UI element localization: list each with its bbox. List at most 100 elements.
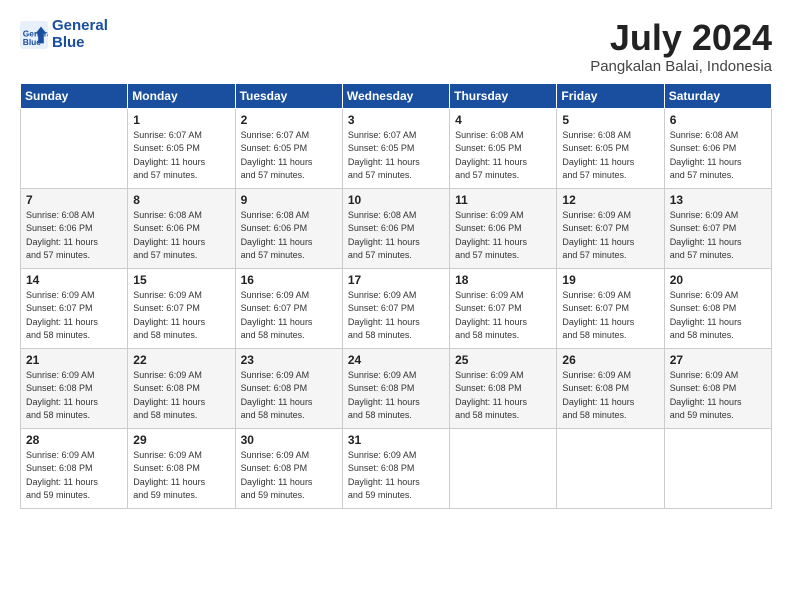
day-info: Sunrise: 6:09 AMSunset: 6:07 PMDaylight:…: [562, 289, 659, 343]
day-cell: 22 Sunrise: 6:09 AMSunset: 6:08 PMDayligh…: [128, 348, 235, 428]
col-header-tuesday: Tuesday: [235, 83, 342, 108]
day-number: 16: [241, 273, 338, 287]
day-info: Sunrise: 6:09 AMSunset: 6:07 PMDaylight:…: [26, 289, 123, 343]
day-number: 15: [133, 273, 230, 287]
day-info: Sunrise: 6:09 AMSunset: 6:08 PMDaylight:…: [241, 449, 338, 503]
day-number: 8: [133, 193, 230, 207]
day-info: Sunrise: 6:08 AMSunset: 6:06 PMDaylight:…: [241, 209, 338, 263]
day-cell: [557, 428, 664, 508]
day-number: 11: [455, 193, 552, 207]
header-row: SundayMondayTuesdayWednesdayThursdayFrid…: [21, 83, 772, 108]
day-number: 28: [26, 433, 123, 447]
day-number: 7: [26, 193, 123, 207]
day-info: Sunrise: 6:09 AMSunset: 6:08 PMDaylight:…: [562, 369, 659, 423]
day-cell: 11 Sunrise: 6:09 AMSunset: 6:06 PMDayligh…: [450, 188, 557, 268]
week-row-5: 28 Sunrise: 6:09 AMSunset: 6:08 PMDayligh…: [21, 428, 772, 508]
col-header-saturday: Saturday: [664, 83, 771, 108]
day-number: 22: [133, 353, 230, 367]
calendar-page: General Blue General Blue July 2024 Pang…: [0, 0, 792, 612]
day-info: Sunrise: 6:09 AMSunset: 6:07 PMDaylight:…: [348, 289, 445, 343]
day-cell: 7Sunrise: 6:08 AMSunset: 6:06 PMDaylight…: [21, 188, 128, 268]
day-cell: 9 Sunrise: 6:08 AMSunset: 6:06 PMDaylight…: [235, 188, 342, 268]
day-cell: 29 Sunrise: 6:09 AMSunset: 6:08 PMDayligh…: [128, 428, 235, 508]
day-cell: 24Sunrise: 6:09 AMSunset: 6:08 PMDayligh…: [342, 348, 449, 428]
day-cell: 14Sunrise: 6:09 AMSunset: 6:07 PMDayligh…: [21, 268, 128, 348]
day-number: 25: [455, 353, 552, 367]
day-info: Sunrise: 6:09 AMSunset: 6:07 PMDaylight:…: [133, 289, 230, 343]
day-info: Sunrise: 6:09 AMSunset: 6:08 PMDaylight:…: [455, 369, 552, 423]
day-number: 18: [455, 273, 552, 287]
day-info: Sunrise: 6:08 AMSunset: 6:05 PMDaylight:…: [455, 129, 552, 183]
week-row-4: 21 Sunrise: 6:09 AMSunset: 6:08 PMDayligh…: [21, 348, 772, 428]
day-number: 6: [670, 113, 767, 127]
day-info: Sunrise: 6:08 AMSunset: 6:05 PMDaylight:…: [562, 129, 659, 183]
day-cell: 12 Sunrise: 6:09 AMSunset: 6:07 PMDayligh…: [557, 188, 664, 268]
logo-icon: General Blue: [20, 21, 48, 49]
day-cell: 3 Sunrise: 6:07 AMSunset: 6:05 PMDaylight…: [342, 108, 449, 188]
day-cell: [21, 108, 128, 188]
day-cell: 17Sunrise: 6:09 AMSunset: 6:07 PMDayligh…: [342, 268, 449, 348]
day-cell: 31 Sunrise: 6:09 AMSunset: 6:08 PMDayligh…: [342, 428, 449, 508]
day-cell: 1 Sunrise: 6:07 AMSunset: 6:05 PMDaylight…: [128, 108, 235, 188]
col-header-friday: Friday: [557, 83, 664, 108]
day-number: 29: [133, 433, 230, 447]
day-cell: 6 Sunrise: 6:08 AMSunset: 6:06 PMDaylight…: [664, 108, 771, 188]
day-info: Sunrise: 6:09 AMSunset: 6:07 PMDaylight:…: [670, 209, 767, 263]
day-info: Sunrise: 6:09 AMSunset: 6:08 PMDaylight:…: [133, 449, 230, 503]
day-info: Sunrise: 6:09 AMSunset: 6:07 PMDaylight:…: [562, 209, 659, 263]
day-cell: [450, 428, 557, 508]
week-row-2: 7 Sunrise: 6:08 AMSunset: 6:06 PMDaylight…: [21, 188, 772, 268]
location: Pangkalan Balai, Indonesia: [590, 58, 772, 75]
week-row-3: 14Sunrise: 6:09 AMSunset: 6:07 PMDayligh…: [21, 268, 772, 348]
day-info: Sunrise: 6:09 AMSunset: 6:07 PMDaylight:…: [241, 289, 338, 343]
day-info: Sunrise: 6:09 AMSunset: 6:08 PMDaylight:…: [348, 369, 445, 423]
day-info: Sunrise: 6:09 AMSunset: 6:08 PMDaylight:…: [26, 369, 123, 423]
col-header-wednesday: Wednesday: [342, 83, 449, 108]
day-cell: 8 Sunrise: 6:08 AMSunset: 6:06 PMDaylight…: [128, 188, 235, 268]
day-cell: 16 Sunrise: 6:09 AMSunset: 6:07 PMDayligh…: [235, 268, 342, 348]
day-info: Sunrise: 6:08 AMSunset: 6:06 PMDaylight:…: [348, 209, 445, 263]
week-row-1: 1 Sunrise: 6:07 AMSunset: 6:05 PMDaylight…: [21, 108, 772, 188]
day-cell: 18Sunrise: 6:09 AMSunset: 6:07 PMDayligh…: [450, 268, 557, 348]
day-number: 13: [670, 193, 767, 207]
day-cell: 5 Sunrise: 6:08 AMSunset: 6:05 PMDaylight…: [557, 108, 664, 188]
col-header-thursday: Thursday: [450, 83, 557, 108]
day-info: Sunrise: 6:08 AMSunset: 6:06 PMDaylight:…: [133, 209, 230, 263]
title-block: July 2024 Pangkalan Balai, Indonesia: [590, 18, 772, 75]
day-info: Sunrise: 6:09 AMSunset: 6:06 PMDaylight:…: [455, 209, 552, 263]
day-cell: 13 Sunrise: 6:09 AMSunset: 6:07 PMDayligh…: [664, 188, 771, 268]
day-number: 21: [26, 353, 123, 367]
day-cell: 26 Sunrise: 6:09 AMSunset: 6:08 PMDayligh…: [557, 348, 664, 428]
day-info: Sunrise: 6:09 AMSunset: 6:08 PMDaylight:…: [670, 369, 767, 423]
day-number: 1: [133, 113, 230, 127]
day-info: Sunrise: 6:09 AMSunset: 6:08 PMDaylight:…: [348, 449, 445, 503]
day-number: 19: [562, 273, 659, 287]
day-number: 9: [241, 193, 338, 207]
day-number: 10: [348, 193, 445, 207]
col-header-sunday: Sunday: [21, 83, 128, 108]
day-number: 27: [670, 353, 767, 367]
day-cell: 28Sunrise: 6:09 AMSunset: 6:08 PMDayligh…: [21, 428, 128, 508]
logo-text-line2: Blue: [52, 35, 108, 52]
day-info: Sunrise: 6:09 AMSunset: 6:08 PMDaylight:…: [133, 369, 230, 423]
day-number: 3: [348, 113, 445, 127]
day-number: 23: [241, 353, 338, 367]
day-cell: 30 Sunrise: 6:09 AMSunset: 6:08 PMDayligh…: [235, 428, 342, 508]
day-number: 2: [241, 113, 338, 127]
day-cell: 10 Sunrise: 6:08 AMSunset: 6:06 PMDayligh…: [342, 188, 449, 268]
day-cell: 27 Sunrise: 6:09 AMSunset: 6:08 PMDayligh…: [664, 348, 771, 428]
day-info: Sunrise: 6:09 AMSunset: 6:08 PMDaylight:…: [670, 289, 767, 343]
day-number: 5: [562, 113, 659, 127]
day-number: 12: [562, 193, 659, 207]
day-info: Sunrise: 6:07 AMSunset: 6:05 PMDaylight:…: [133, 129, 230, 183]
day-info: Sunrise: 6:07 AMSunset: 6:05 PMDaylight:…: [348, 129, 445, 183]
logo-text-line1: General: [52, 18, 108, 35]
day-cell: 4Sunrise: 6:08 AMSunset: 6:05 PMDaylight…: [450, 108, 557, 188]
day-number: 31: [348, 433, 445, 447]
day-number: 26: [562, 353, 659, 367]
day-cell: 20Sunrise: 6:09 AMSunset: 6:08 PMDayligh…: [664, 268, 771, 348]
day-info: Sunrise: 6:08 AMSunset: 6:06 PMDaylight:…: [670, 129, 767, 183]
day-info: Sunrise: 6:07 AMSunset: 6:05 PMDaylight:…: [241, 129, 338, 183]
month-title: July 2024: [590, 18, 772, 58]
day-number: 30: [241, 433, 338, 447]
